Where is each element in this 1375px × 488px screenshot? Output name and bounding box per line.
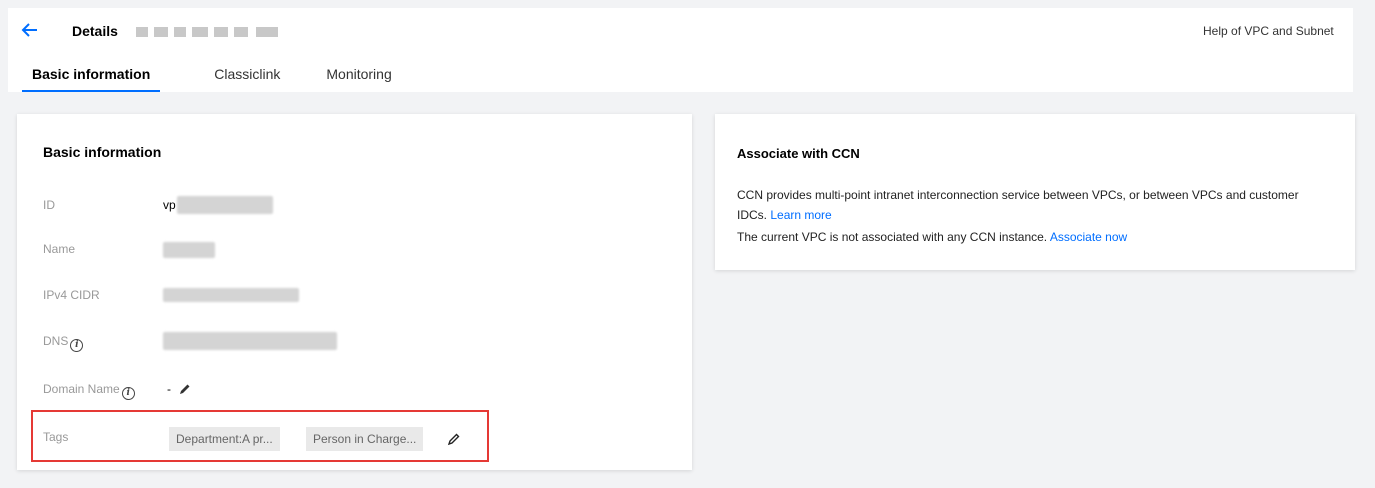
domain-label: Domain Name (43, 382, 120, 396)
ccn-description-line2: IDCs. Learn more (737, 208, 832, 222)
dns-label-wrap: DNS i (43, 334, 84, 352)
ccn-description-end: IDCs. (737, 208, 767, 222)
info-icon[interactable]: i (70, 339, 84, 352)
id-label: ID (43, 198, 55, 212)
domain-label-wrap: Domain Name i (43, 382, 135, 400)
domain-row: Domain Name i - (43, 378, 673, 400)
edit-pencil-icon[interactable] (178, 382, 192, 396)
header-bar: Details Help of VPC and Subnet Basic inf… (8, 8, 1353, 92)
ccn-description: CCN provides multi-point intranet interc… (737, 188, 1299, 202)
ccn-card: Associate with CCN CCN provides multi-po… (715, 114, 1355, 270)
cidr-row: IPv4 CIDR (43, 284, 673, 306)
name-label: Name (43, 242, 76, 256)
name-row: Name (43, 238, 673, 260)
learn-more-link[interactable]: Learn more (770, 208, 831, 222)
edit-tags-icon[interactable] (447, 432, 461, 446)
page-title: Details (72, 23, 118, 39)
cidr-label: IPv4 CIDR (43, 288, 100, 302)
back-arrow-icon[interactable] (20, 20, 40, 40)
redacted-dns (163, 332, 337, 350)
ccn-status: The current VPC is not associated with a… (737, 230, 1048, 244)
associate-now-link[interactable]: Associate now (1050, 230, 1127, 244)
dns-label: DNS (43, 334, 69, 348)
help-link[interactable]: Help of VPC and Subnet (1203, 24, 1353, 38)
id-value: vp (163, 198, 176, 212)
ccn-status-line: The current VPC is not associated with a… (737, 230, 1127, 244)
redacted-cidr (163, 288, 299, 302)
tab-bar: Basic information Classiclink Monitoring (22, 64, 446, 92)
redacted-title (132, 25, 280, 39)
dns-row: DNS i (43, 330, 673, 352)
tab-classiclink[interactable]: Classiclink (204, 64, 290, 92)
basic-info-title: Basic information (43, 144, 162, 160)
redacted-name (163, 242, 215, 258)
tag-chip: Person in Charge... (306, 427, 424, 451)
redacted-id (177, 196, 273, 214)
domain-value: - (167, 382, 171, 396)
id-row: ID vp (43, 194, 673, 216)
tab-monitoring[interactable]: Monitoring (316, 64, 401, 92)
info-icon[interactable]: i (121, 387, 135, 400)
tab-basic-information[interactable]: Basic information (22, 64, 161, 92)
tag-chip: Department:A pr... (169, 427, 280, 451)
ccn-title: Associate with CCN (737, 146, 860, 161)
